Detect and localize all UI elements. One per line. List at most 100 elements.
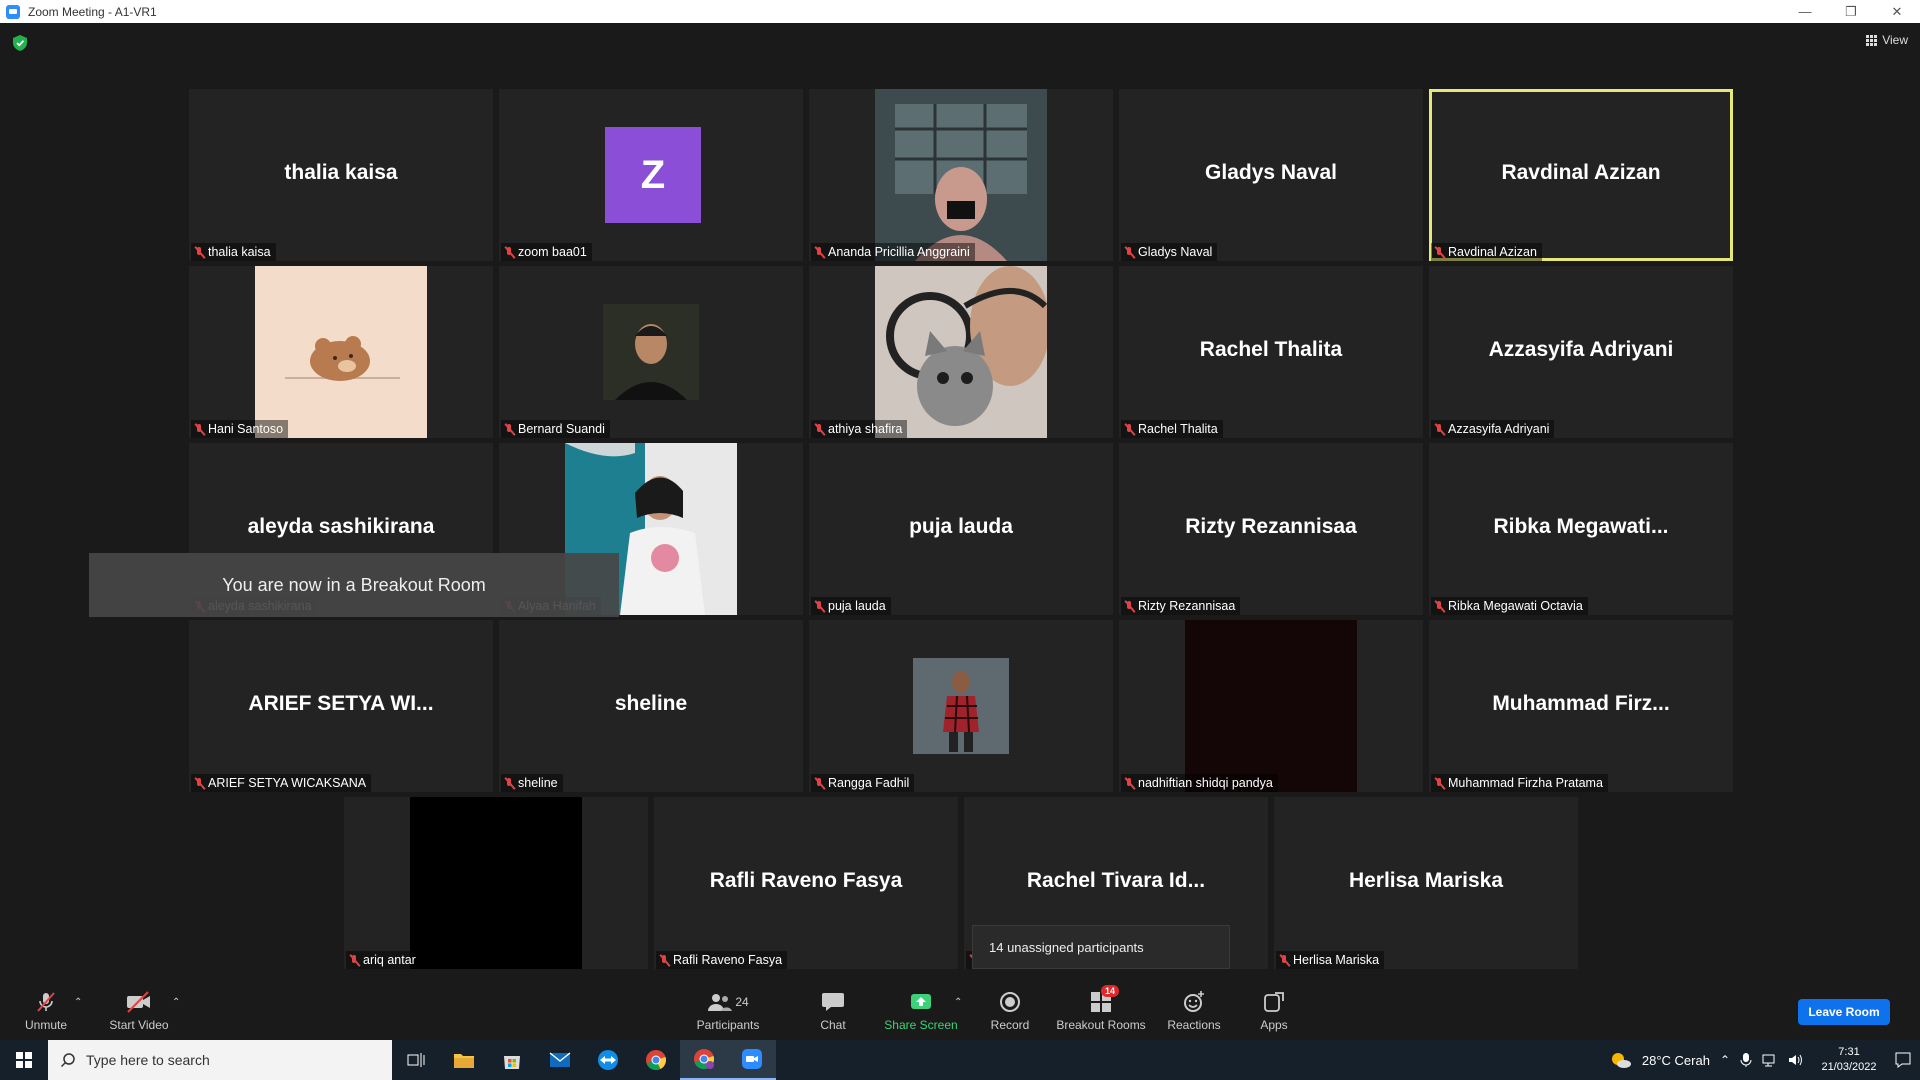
participant-tile[interactable]: Rafli Raveno Fasya Rafli Raveno Fasya	[654, 797, 958, 969]
restore-button[interactable]: ❐	[1828, 0, 1874, 23]
participant-tile[interactable]: Azzasyifa Adriyani Azzasyifa Adriyani	[1429, 266, 1733, 438]
participant-name-label: zoom baa01	[501, 243, 592, 261]
photo-rangga	[875, 620, 1047, 792]
mail-icon[interactable]	[536, 1040, 584, 1080]
participant-tile[interactable]: ARIEF SETYA WI... ARIEF SETYA WICAKSANA	[189, 620, 493, 792]
participant-tile[interactable]: thalia kaisa thalia kaisa	[189, 89, 493, 261]
audio-options-caret-icon[interactable]: ⌃	[74, 997, 82, 1008]
initial-avatar: Z	[605, 127, 701, 223]
participants-button[interactable]: 24 Participants	[690, 983, 766, 1040]
volume-icon[interactable]	[1788, 1053, 1804, 1067]
apps-button[interactable]: Apps	[1256, 983, 1292, 1040]
share-screen-button[interactable]: Share Screen	[880, 983, 962, 1040]
breakout-rooms-button[interactable]: 14 Breakout Rooms	[1056, 983, 1146, 1040]
participant-tile[interactable]: Muhammad Firz... Muhammad Firzha Pratama	[1429, 620, 1733, 792]
taskbar-clock[interactable]: 7:31 21/03/2022	[1814, 1045, 1884, 1075]
participant-name-label: nadhiftian shidqi pandya	[1121, 774, 1278, 792]
participant-display-name: Rafli Raveno Fasya	[709, 869, 903, 892]
muted-mic-icon	[814, 600, 824, 613]
record-button[interactable]: Record	[984, 983, 1036, 1040]
video-off-icon	[125, 989, 153, 1015]
participant-tile[interactable]: nadhiftian shidqi pandya	[1119, 620, 1423, 792]
participant-display-name: Ravdinal Azizan	[1501, 161, 1661, 184]
participant-tile[interactable]: sheline sheline	[499, 620, 803, 792]
muted-mic-icon	[1434, 600, 1444, 613]
share-options-caret-icon[interactable]: ⌃	[954, 997, 962, 1008]
view-button[interactable]: View	[1866, 33, 1908, 47]
participant-tile[interactable]: Herlisa Mariska Herlisa Mariska	[1274, 797, 1578, 969]
participant-name-label: Azzasyifa Adriyani	[1431, 420, 1555, 438]
video-options-caret-icon[interactable]: ⌃	[172, 997, 180, 1008]
zoom-taskbar-icon[interactable]	[728, 1040, 776, 1080]
participant-tile[interactable]: Ravdinal Azizan Ravdinal Azizan	[1429, 89, 1733, 261]
participant-tile[interactable]: Gladys Naval Gladys Naval	[1119, 89, 1423, 261]
notifications-icon[interactable]	[1894, 1051, 1912, 1069]
participant-name: thalia kaisa	[208, 245, 271, 259]
participant-display-name: Rachel Tivara Id...	[1026, 869, 1206, 892]
participant-tile[interactable]: Rachel Thalita Rachel Thalita	[1119, 266, 1423, 438]
close-button[interactable]: ✕	[1874, 0, 1920, 23]
participant-tile[interactable]: Ananda Pricillia Anggraini	[809, 89, 1113, 261]
participant-name: Gladys Naval	[1138, 245, 1213, 259]
leave-room-button[interactable]: Leave Room	[1798, 999, 1890, 1025]
participant-name-label: Ravdinal Azizan	[1431, 243, 1542, 261]
participant-name-label: ariq antar	[346, 951, 421, 969]
participant-tile[interactable]: ariq antar	[344, 797, 648, 969]
weather-icon[interactable]	[1610, 1051, 1632, 1069]
unassigned-participants-tooltip: 14 unassigned participants	[972, 925, 1230, 969]
chrome-icon[interactable]	[632, 1040, 680, 1080]
weather-text[interactable]: 28°C Cerah	[1642, 1053, 1710, 1068]
file-explorer-icon[interactable]	[440, 1040, 488, 1080]
muted-mic-icon	[504, 423, 514, 436]
participant-name-label: Rangga Fadhil	[811, 774, 915, 792]
start-button[interactable]	[0, 1040, 48, 1080]
participant-tile[interactable]: Hani Santoso	[189, 266, 493, 438]
taskbar-search-box[interactable]: Type here to search	[48, 1040, 392, 1080]
participant-name-label: Gladys Naval	[1121, 243, 1218, 261]
encryption-shield-icon[interactable]	[13, 35, 27, 51]
breakout-count-badge: 14	[1100, 985, 1119, 997]
muted-mic-icon	[194, 246, 204, 259]
minimize-button[interactable]: —	[1782, 0, 1828, 23]
participant-name: Ananda Pricillia Anggraini	[828, 245, 970, 259]
participant-name: Bernard Suandi	[518, 422, 605, 436]
participant-tile[interactable]: Zzoom baa01	[499, 89, 803, 261]
system-tray: 28°C Cerah ⌃ 7:31 21/03/2022	[1610, 1040, 1920, 1080]
meeting-stage: View thalia kaisa thalia kaisa Zzoom baa01…	[0, 23, 1920, 983]
participant-name: Azzasyifa Adriyani	[1448, 422, 1550, 436]
participant-name-label: Hani Santoso	[191, 420, 289, 438]
chrome-profile-icon[interactable]	[680, 1040, 728, 1080]
title-bar: Zoom Meeting - A1-VR1 — ❐ ✕	[0, 0, 1920, 23]
participant-tile[interactable]: Bernard Suandi	[499, 266, 803, 438]
muted-mic-icon	[349, 954, 359, 967]
muted-mic-icon	[504, 777, 514, 790]
participant-tile[interactable]: athiya shafira	[809, 266, 1113, 438]
participant-display-name: puja lauda	[909, 515, 1013, 538]
task-view-icon[interactable]	[392, 1040, 440, 1080]
zoom-app-icon	[6, 4, 20, 19]
chat-bubble-icon	[819, 989, 847, 1015]
participant-name: Ribka Megawati Octavia	[1448, 599, 1583, 613]
participant-name: sheline	[518, 776, 558, 790]
start-video-button[interactable]: Start Video	[104, 983, 174, 1040]
participant-tile[interactable]: Rizty Rezannisaa Rizty Rezannisaa	[1119, 443, 1423, 615]
participant-tile[interactable]: puja lauda puja lauda	[809, 443, 1113, 615]
participant-tile[interactable]: Ribka Megawati... Ribka Megawati Octavia	[1429, 443, 1733, 615]
participant-name-label: Bernard Suandi	[501, 420, 610, 438]
microsoft-store-icon[interactable]	[488, 1040, 536, 1080]
grid-icon	[1866, 34, 1878, 46]
participant-name: Rachel Thalita	[1138, 422, 1218, 436]
photo-bernard	[565, 266, 737, 438]
unmute-button[interactable]: Unmute	[18, 983, 74, 1040]
participant-name: Rizty Rezannisaa	[1138, 599, 1236, 613]
participant-tile[interactable]: Rangga Fadhil	[809, 620, 1113, 792]
network-icon[interactable]	[1762, 1053, 1778, 1067]
reactions-button[interactable]: Reactions	[1164, 983, 1224, 1040]
breakout-rooms-icon: 14	[1087, 985, 1119, 1015]
participant-name: puja lauda	[828, 599, 886, 613]
microphone-icon[interactable]	[1740, 1052, 1752, 1068]
show-hidden-icons-chevron-icon[interactable]: ⌃	[1720, 1053, 1730, 1067]
chat-button[interactable]: Chat	[808, 983, 858, 1040]
muted-mic-icon	[1434, 246, 1444, 259]
teamviewer-icon[interactable]	[584, 1040, 632, 1080]
